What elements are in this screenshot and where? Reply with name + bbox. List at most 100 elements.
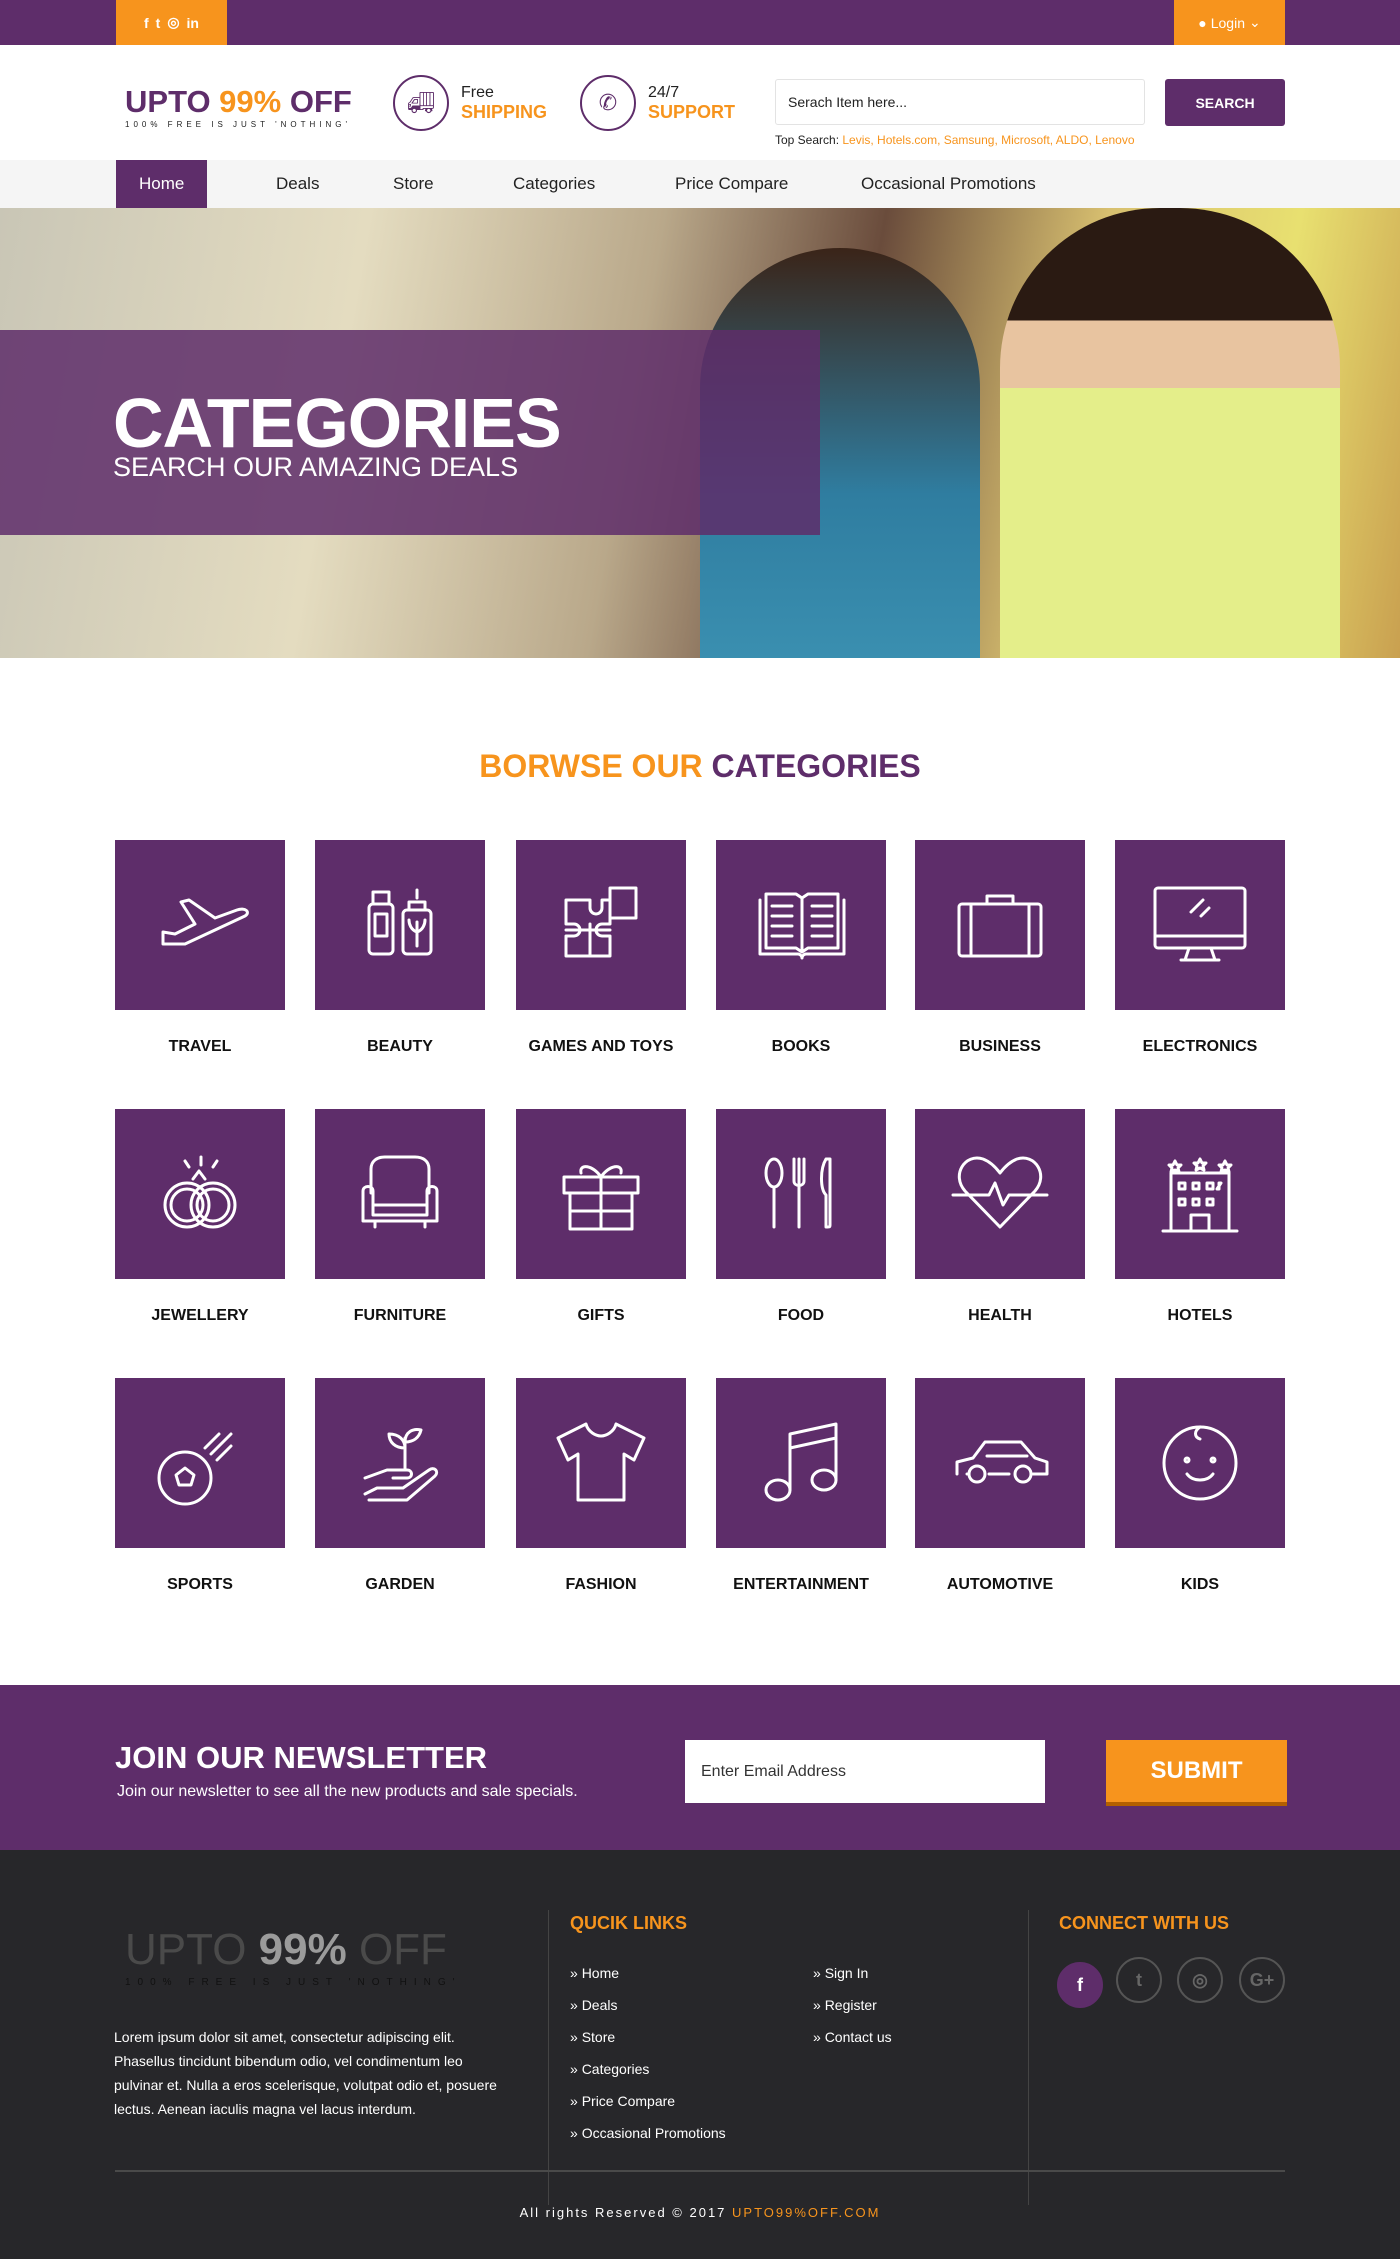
car-icon	[955, 1440, 1049, 1484]
category-tile[interactable]	[1115, 1378, 1285, 1548]
category-jewellery[interactable]: JEWELLERY	[115, 1109, 285, 1325]
category-label: BOOKS	[771, 1038, 831, 1055]
footer-link-price-compare[interactable]: » Price Compare	[570, 2093, 675, 2109]
category-tile[interactable]	[516, 1378, 686, 1548]
category-business[interactable]: BUSINESS	[915, 840, 1085, 1056]
facebook-icon[interactable]: f	[144, 15, 149, 31]
category-beauty[interactable]: BEAUTY	[315, 840, 485, 1056]
chevron-down-icon: ⌄	[1249, 14, 1261, 30]
brand-link[interactable]: UPTO99%OFF.COM	[732, 2205, 880, 2220]
airplane-icon	[161, 898, 249, 946]
category-tile[interactable]	[716, 840, 886, 1010]
footer-link-contact-us[interactable]: » Contact us	[813, 2029, 892, 2045]
linkedin-icon[interactable]: in	[187, 15, 199, 31]
footer-logo: UPTO 99% OFF 100% FREE IS JUST 'NOTHING'	[125, 1925, 462, 1988]
chevron-right-icon: »	[813, 1965, 825, 1981]
category-tile[interactable]	[915, 840, 1085, 1010]
category-health[interactable]: HEALTH	[915, 1109, 1085, 1325]
armchair-icon	[361, 1155, 439, 1229]
category-tile[interactable]	[1115, 1109, 1285, 1279]
category-tile[interactable]	[315, 1378, 485, 1548]
category-tile[interactable]	[915, 1378, 1085, 1548]
category-fashion[interactable]: FASHION	[516, 1378, 686, 1594]
category-label: BUSINESS	[959, 1038, 1041, 1055]
category-tile[interactable]	[315, 1109, 485, 1279]
footer-link-home[interactable]: » Home	[570, 1965, 619, 1981]
footer-link-register[interactable]: » Register	[813, 1997, 877, 2013]
category-tile[interactable]	[315, 840, 485, 1010]
heartbeat-icon	[951, 1156, 1049, 1229]
category-tile[interactable]	[115, 1109, 285, 1279]
submit-button[interactable]: SUBMIT	[1106, 1740, 1287, 1806]
chevron-right-icon: »	[570, 2061, 582, 2077]
category-label: JEWELLERY	[151, 1307, 249, 1324]
nav-home[interactable]: Home	[116, 160, 208, 208]
facebook-icon[interactable]: f	[1057, 1962, 1103, 2008]
twitter-icon[interactable]: t	[156, 15, 161, 31]
category-furniture[interactable]: FURNITURE	[315, 1109, 485, 1325]
quick-links-title: QUCIK LINKS	[570, 1913, 687, 1933]
category-label: ELECTRONICS	[1142, 1038, 1258, 1055]
category-automotive[interactable]: AUTOMOTIVE	[915, 1378, 1085, 1594]
top-social-links: f t ◎ in	[116, 0, 227, 45]
category-tile[interactable]	[1115, 840, 1285, 1010]
newsletter-title: JOIN OUR NEWSLETTER	[115, 1740, 488, 1775]
plant-hand-icon	[363, 1428, 439, 1502]
chevron-right-icon: »	[570, 2125, 582, 2141]
tshirt-icon	[556, 1422, 646, 1502]
music-note-icon	[764, 1422, 838, 1502]
google-plus-icon[interactable]: G+	[1239, 1957, 1285, 2003]
logo[interactable]: UPTO 99% OFF 100% FREE IS JUST 'NOTHING'	[125, 84, 352, 129]
category-hotels[interactable]: HOTELS	[1115, 1109, 1285, 1325]
category-garden[interactable]: GARDEN	[315, 1378, 485, 1594]
nav-categories[interactable]: Categories	[513, 160, 595, 208]
footer-link-sign-in[interactable]: » Sign In	[813, 1965, 868, 1981]
category-kids[interactable]: KIDS	[1115, 1378, 1285, 1594]
instagram-icon[interactable]: ◎	[167, 14, 179, 31]
category-label: HOTELS	[1167, 1307, 1233, 1324]
truck-icon: 🚚︎	[393, 75, 449, 131]
hotel-icon	[1161, 1157, 1239, 1233]
nav-deals[interactable]: Deals	[276, 160, 319, 208]
category-books[interactable]: BOOKS	[716, 840, 886, 1056]
chevron-right-icon: »	[813, 2029, 825, 2045]
footer-link-deals[interactable]: » Deals	[570, 1997, 617, 2013]
category-tile[interactable]	[516, 840, 686, 1010]
search-button[interactable]: SEARCH	[1165, 79, 1285, 126]
category-food[interactable]: FOOD	[716, 1109, 886, 1325]
nav-store[interactable]: Store	[393, 160, 434, 208]
footer-description: Lorem ipsum dolor sit amet, consectetur …	[114, 2029, 497, 2117]
category-label: KIDS	[1180, 1576, 1220, 1593]
category-gifts[interactable]: GIFTS	[516, 1109, 686, 1325]
category-tile[interactable]	[115, 1378, 285, 1548]
instagram-icon[interactable]: ◎	[1177, 1957, 1223, 2003]
category-electronics[interactable]: ELECTRONICS	[1115, 840, 1285, 1056]
category-tile[interactable]	[915, 1109, 1085, 1279]
section-title: BORWSE OUR CATEGORIES	[479, 748, 921, 784]
footer-link-occasional-promotions[interactable]: » Occasional Promotions	[570, 2125, 726, 2141]
category-label: AUTOMOTIVE	[946, 1576, 1054, 1593]
category-label: FASHION	[565, 1576, 637, 1593]
category-sports[interactable]: SPORTS	[115, 1378, 285, 1594]
login-dropdown[interactable]: ● Login ⌄	[1174, 0, 1285, 45]
nav-price-compare[interactable]: Price Compare	[675, 160, 788, 208]
chevron-right-icon: »	[813, 1997, 825, 2013]
top-search-links[interactable]: Levis, Hotels.com, Samsung, Microsoft, A…	[842, 133, 1134, 147]
category-games-and-toys[interactable]: GAMES AND TOYS	[516, 840, 686, 1056]
category-tile[interactable]	[716, 1109, 886, 1279]
footer-link-store[interactable]: » Store	[570, 2029, 615, 2045]
category-tile[interactable]	[716, 1378, 886, 1548]
category-tile[interactable]	[115, 840, 285, 1010]
support-info: ✆ 24/7 SUPPORT	[580, 75, 735, 131]
baby-face-icon	[1162, 1425, 1238, 1501]
email-input[interactable]	[685, 1740, 1045, 1803]
nav-occasional-promotions[interactable]: Occasional Promotions	[861, 160, 1036, 208]
category-tile[interactable]	[516, 1109, 686, 1279]
category-travel[interactable]: TRAVEL	[115, 840, 285, 1056]
category-label: FOOD	[777, 1307, 825, 1324]
twitter-icon[interactable]: t	[1116, 1957, 1162, 2003]
chevron-right-icon: »	[570, 2029, 582, 2045]
footer-link-categories[interactable]: » Categories	[570, 2061, 649, 2077]
category-entertainment[interactable]: ENTERTAINMENT	[716, 1378, 886, 1594]
search-input[interactable]	[775, 79, 1145, 125]
